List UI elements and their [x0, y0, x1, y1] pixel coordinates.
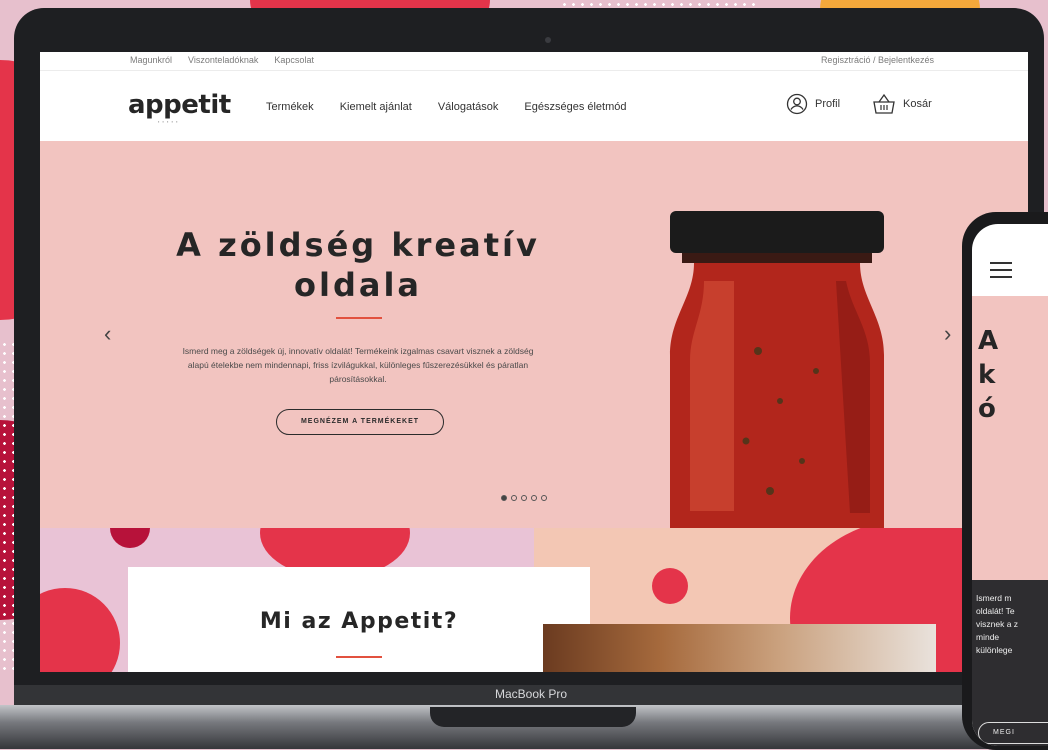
phone-frame: A k ó Ismerd m oldalát! Te visznek a z m…	[962, 212, 1048, 750]
profile-button[interactable]: Profil	[786, 93, 840, 115]
sauce-jar-image	[670, 211, 884, 528]
title-underline	[336, 317, 382, 319]
slide-dot[interactable]	[531, 495, 537, 501]
slide-dot[interactable]	[501, 495, 507, 501]
view-products-button[interactable]: MEGNÉZEM A TERMÉKEKET	[276, 409, 444, 435]
top-utility-bar: Magunkról Viszonteladóknak Kapcsolat Reg…	[40, 52, 1028, 71]
laptop-label: MacBook Pro	[494, 687, 568, 701]
slide-dot[interactable]	[511, 495, 517, 501]
intro-section: Mi az Appetit?	[40, 528, 1028, 672]
hamburger-menu-icon[interactable]	[990, 262, 1012, 283]
section-title: Mi az Appetit?	[259, 609, 459, 634]
about-card: Mi az Appetit?	[128, 567, 590, 672]
section-underline	[336, 656, 382, 658]
laptop-notch	[430, 707, 636, 727]
prev-slide-icon[interactable]: ‹	[104, 321, 111, 347]
logo[interactable]: appetit	[128, 90, 231, 120]
logo-tagline: ▪ ▪ ▪ ▪ ▪	[158, 119, 179, 124]
browser-screen: Magunkról Viszonteladóknak Kapcsolat Reg…	[40, 52, 1028, 672]
slide-dot[interactable]	[541, 495, 547, 501]
vegetables-photo	[543, 624, 936, 672]
user-icon	[786, 93, 808, 115]
profile-label: Profil	[815, 98, 841, 110]
slide-dot[interactable]	[521, 495, 527, 501]
hero-title: A zöldség kreatív oldala	[176, 226, 540, 304]
phone-view-products-button[interactable]: MEGI	[978, 722, 1048, 744]
auth-link[interactable]: Regisztráció / Bejelentkezés	[821, 55, 934, 65]
nav-item-products[interactable]: Termékek	[266, 101, 314, 113]
topbar-link-contact[interactable]: Kapcsolat	[274, 55, 314, 65]
hero-slider: A zöldség kreatív oldala Ismerd meg a zö…	[40, 141, 1028, 528]
slide-indicators	[501, 495, 547, 501]
next-slide-icon[interactable]: ›	[944, 321, 951, 347]
phone-hero-description: Ismerd m oldalát! Te visznek a z minde k…	[976, 593, 1019, 655]
laptop-bezel-bottom: MacBook Pro	[14, 685, 1048, 707]
nav-item-selections[interactable]: Válogatások	[438, 101, 499, 113]
main-nav: appetit ▪ ▪ ▪ ▪ ▪ Termékek Kiemelt ajánl…	[40, 71, 1028, 141]
basket-icon	[873, 93, 895, 114]
topbar-link-resellers[interactable]: Viszonteladóknak	[188, 55, 258, 65]
cart-button[interactable]: Kosár	[872, 93, 932, 115]
topbar-link-about[interactable]: Magunkról	[130, 55, 172, 65]
cart-label: Kosár	[903, 98, 932, 110]
nav-item-featured[interactable]: Kiemelt ajánlat	[340, 101, 412, 113]
phone-hero-title: A k ó	[978, 326, 999, 424]
nav-item-healthy-lifestyle[interactable]: Egészséges életmód	[524, 101, 626, 113]
camera-icon	[545, 37, 551, 43]
phone-screen: A k ó Ismerd m oldalát! Te visznek a z m…	[972, 224, 1048, 746]
hero-description: Ismerd meg a zöldségek új, innovatív old…	[182, 346, 534, 384]
